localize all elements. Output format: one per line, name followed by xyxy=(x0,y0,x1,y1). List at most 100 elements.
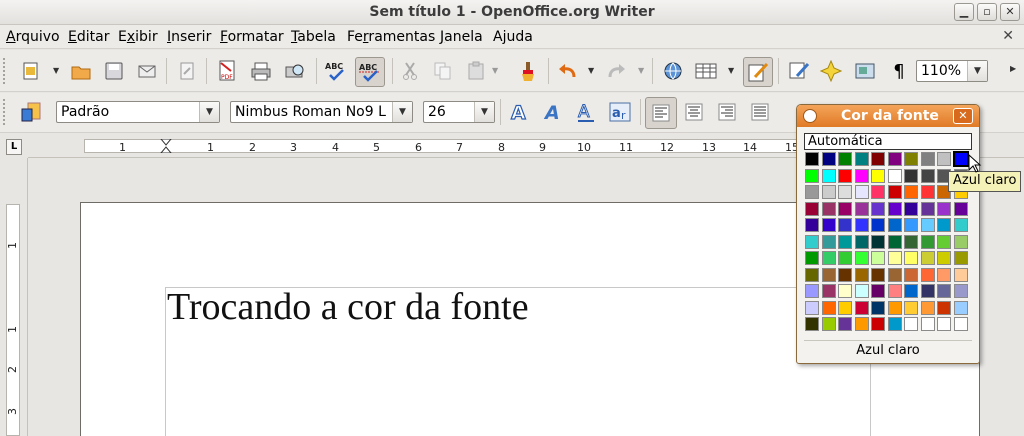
window-menu-icon[interactable] xyxy=(803,109,817,123)
color-swatch[interactable] xyxy=(920,251,935,265)
color-swatch[interactable] xyxy=(953,267,968,282)
font-name-combo[interactable]: Nimbus Roman No9 L ▼ xyxy=(230,101,413,123)
color-swatch[interactable] xyxy=(920,201,935,216)
color-swatch[interactable] xyxy=(805,201,819,216)
color-swatch[interactable] xyxy=(952,151,969,167)
maximize-button[interactable]: ▫ xyxy=(977,3,997,21)
color-swatch[interactable] xyxy=(838,152,852,166)
close-icon[interactable]: ✕ xyxy=(953,108,973,124)
color-swatch[interactable] xyxy=(887,284,902,298)
color-swatch[interactable] xyxy=(805,152,819,166)
find-replace-icon[interactable] xyxy=(786,58,812,84)
color-swatch[interactable] xyxy=(838,218,852,232)
new-document-icon[interactable] xyxy=(18,58,44,84)
email-icon[interactable] xyxy=(134,58,160,84)
toolbar-grip[interactable] xyxy=(3,58,7,84)
chevron-down-icon[interactable]: ▼ xyxy=(492,66,498,75)
menu-ferramentas[interactable]: Ferramentas xyxy=(347,29,435,45)
color-swatch[interactable] xyxy=(821,218,836,232)
color-swatch[interactable] xyxy=(953,201,968,216)
spellcheck-icon[interactable]: ABC xyxy=(323,58,349,84)
document-text[interactable]: Trocando a cor da fonte xyxy=(167,285,529,329)
copy-icon[interactable] xyxy=(430,58,456,84)
color-swatch[interactable] xyxy=(871,284,885,298)
menu-editar[interactable]: Editar xyxy=(68,29,109,45)
close-window-button[interactable]: ✕ xyxy=(1000,3,1020,21)
automatic-color-option[interactable]: Automática xyxy=(804,133,972,150)
undo-icon[interactable] xyxy=(554,58,580,84)
color-swatch[interactable] xyxy=(887,317,902,331)
color-swatch[interactable] xyxy=(887,168,902,183)
color-swatch[interactable] xyxy=(821,284,836,298)
toolbar-grip[interactable] xyxy=(3,99,7,125)
color-swatch[interactable] xyxy=(887,218,902,232)
color-swatch[interactable] xyxy=(871,267,885,282)
justify-icon[interactable] xyxy=(747,99,773,125)
color-swatch[interactable] xyxy=(821,185,836,199)
color-swatch[interactable] xyxy=(821,152,836,166)
table-icon[interactable] xyxy=(693,58,719,84)
color-swatch[interactable] xyxy=(871,168,885,183)
menu-ajuda[interactable]: Ajuda xyxy=(493,29,533,45)
color-swatch[interactable] xyxy=(838,300,852,315)
color-swatch[interactable] xyxy=(821,267,836,282)
color-swatch[interactable] xyxy=(838,251,852,265)
color-swatch[interactable] xyxy=(821,300,836,315)
color-swatch[interactable] xyxy=(920,284,935,298)
color-swatch[interactable] xyxy=(838,168,852,183)
menu-arquivo[interactable]: Arquivo xyxy=(6,29,60,45)
color-swatch[interactable] xyxy=(805,284,819,298)
color-swatch[interactable] xyxy=(854,168,869,183)
color-swatch[interactable] xyxy=(805,300,819,315)
align-center-icon[interactable] xyxy=(681,99,707,125)
color-swatch[interactable] xyxy=(854,317,869,331)
chevron-down-icon[interactable]: ▼ xyxy=(638,66,644,75)
color-swatch[interactable] xyxy=(805,218,819,232)
toolbar-overflow-icon[interactable]: ▶ xyxy=(1010,64,1016,73)
chevron-down-icon[interactable]: ▼ xyxy=(199,102,219,122)
font-effects-icon[interactable]: ar xyxy=(607,99,633,125)
color-swatch[interactable] xyxy=(805,234,819,249)
color-swatch[interactable] xyxy=(904,300,918,315)
bold-icon[interactable]: A xyxy=(506,99,532,125)
chevron-down-icon[interactable]: ▼ xyxy=(474,102,494,122)
color-swatch[interactable] xyxy=(821,251,836,265)
export-pdf-icon[interactable]: PDF xyxy=(214,58,240,84)
color-swatch[interactable] xyxy=(871,201,885,216)
align-left-icon[interactable] xyxy=(645,97,677,129)
color-swatch[interactable] xyxy=(838,201,852,216)
color-swatch[interactable] xyxy=(937,201,951,216)
navigator-icon[interactable] xyxy=(818,58,844,84)
menu-inserir[interactable]: Inserir xyxy=(167,29,211,45)
color-swatch[interactable] xyxy=(854,201,869,216)
align-right-icon[interactable] xyxy=(714,99,740,125)
tab-stop-selector[interactable]: L xyxy=(6,139,22,155)
color-swatch[interactable] xyxy=(887,185,902,199)
color-swatch[interactable] xyxy=(953,251,968,265)
paragraph-style-combo[interactable]: Padrão ▼ xyxy=(56,101,220,123)
color-swatch[interactable] xyxy=(854,300,869,315)
menu-tabela[interactable]: Tabela xyxy=(291,29,336,45)
cut-icon[interactable] xyxy=(397,58,423,84)
color-swatch[interactable] xyxy=(937,317,951,331)
color-swatch[interactable] xyxy=(871,152,885,166)
menu-janela[interactable]: Janela xyxy=(440,29,483,45)
color-swatch[interactable] xyxy=(904,201,918,216)
color-swatch[interactable] xyxy=(805,168,819,183)
color-swatch[interactable] xyxy=(887,300,902,315)
color-swatch[interactable] xyxy=(904,317,918,331)
color-swatch[interactable] xyxy=(953,300,968,315)
color-swatch[interactable] xyxy=(920,185,935,199)
color-swatch[interactable] xyxy=(871,234,885,249)
color-swatch[interactable] xyxy=(838,234,852,249)
color-swatch[interactable] xyxy=(887,234,902,249)
color-swatch[interactable] xyxy=(920,317,935,331)
zoom-combo[interactable]: 110% ▼ xyxy=(916,60,988,82)
color-swatch[interactable] xyxy=(937,251,951,265)
color-swatch[interactable] xyxy=(904,267,918,282)
indent-marker-icon[interactable] xyxy=(160,139,172,153)
color-swatch[interactable] xyxy=(920,234,935,249)
menu-formatar[interactable]: Formatar xyxy=(220,29,284,45)
color-swatch[interactable] xyxy=(953,317,968,331)
vertical-ruler[interactable]: 1 1 2 3 xyxy=(0,158,28,436)
